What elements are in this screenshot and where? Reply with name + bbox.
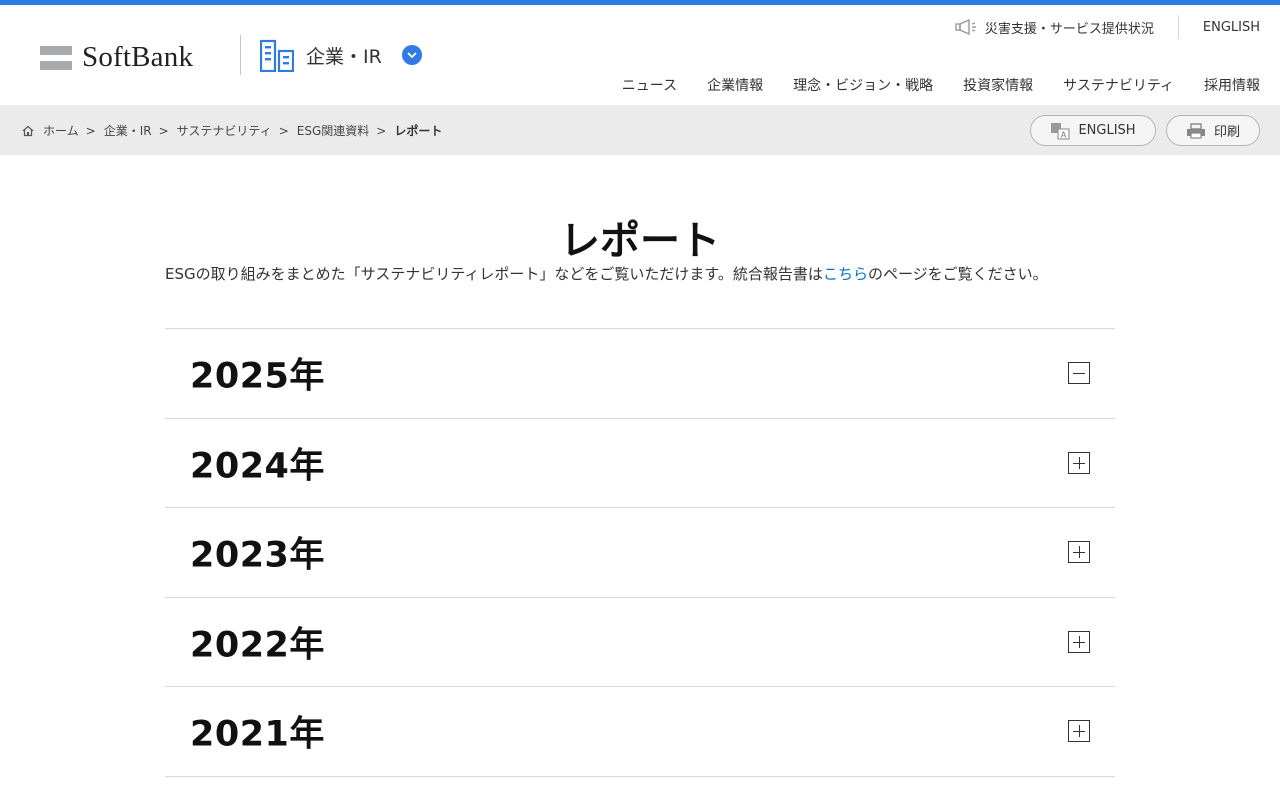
breadcrumb-sustainability[interactable]: サステナビリティ (177, 122, 272, 139)
integrated-report-link[interactable]: こちら (823, 265, 868, 283)
gnav-item-company[interactable]: 企業情報 (707, 75, 763, 95)
softbank-logo[interactable]: SoftBank (40, 41, 193, 74)
expand-icon[interactable] (1068, 720, 1090, 743)
svg-text:A: A (1061, 130, 1067, 139)
accordion-year-label: 2025年 (190, 356, 325, 397)
expand-icon[interactable] (1068, 630, 1090, 653)
accordion-year-label: 2023年 (190, 535, 325, 576)
utility-divider (1177, 15, 1179, 39)
global-nav: ニュース 企業情報 理念・ビジョン・戦略 投資家情報 サステナビリティ 採用情報 (592, 75, 1260, 95)
breadcrumb-separator: > (376, 123, 387, 138)
gnav-item-ir[interactable]: 投資家情報 (963, 75, 1033, 95)
translate-icon: A (1051, 122, 1071, 140)
gnav-item-vision[interactable]: 理念・ビジョン・戦略 (793, 75, 933, 95)
lead-text-before: ESGの取り組みをまとめた「サステナビリティレポート」などをご覧いただけます。統… (165, 265, 823, 283)
accordion-item[interactable]: 2025年 (165, 329, 1115, 419)
page-actions: A ENGLISH 印刷 (1030, 115, 1260, 146)
breadcrumb-separator: > (278, 123, 289, 138)
section-switcher: 企業・IR (260, 38, 422, 72)
accordion-item[interactable]: 2024年 (165, 419, 1115, 508)
breadcrumb-separator: > (85, 123, 96, 138)
chevron-down-icon (407, 52, 417, 58)
english-button[interactable]: A ENGLISH (1030, 115, 1156, 146)
site-header: SoftBank 企業・IR 災害支援・サービス提供状況 ENGLISH ニュー… (0, 5, 1280, 105)
gnav-item-sustainability[interactable]: サステナビリティ (1063, 75, 1174, 95)
english-link[interactable]: ENGLISH (1203, 20, 1260, 35)
section-label: 企業・IR (306, 45, 382, 68)
disaster-support-link[interactable]: 災害支援・サービス提供状況 (955, 18, 1154, 37)
gnav-item-news[interactable]: ニュース (622, 75, 677, 95)
building-icon (260, 39, 294, 72)
logo-mark-icon (40, 45, 72, 70)
home-icon[interactable] (22, 125, 34, 137)
megaphone-icon (955, 19, 976, 35)
disaster-support-label: 災害支援・サービス提供状況 (984, 21, 1154, 37)
header-divider (240, 35, 241, 75)
page-title: レポート (560, 218, 720, 264)
expand-icon[interactable] (1068, 451, 1090, 474)
collapse-icon[interactable] (1068, 362, 1090, 385)
logo-text: SoftBank (82, 41, 194, 73)
breadcrumb-separator: > (158, 123, 169, 138)
accordion-item[interactable]: 2023年 (165, 508, 1115, 598)
breadcrumb-home[interactable]: ホーム (43, 122, 79, 139)
breadcrumb-corporate-ir[interactable]: 企業・IR (104, 122, 152, 139)
year-accordion: 2025年 2024年 2023年 2022年 2021年 (165, 328, 1115, 777)
gnav-item-recruit[interactable]: 採用情報 (1204, 75, 1260, 95)
section-menu-button[interactable] (401, 45, 422, 65)
accordion-year-label: 2021年 (190, 714, 325, 755)
accordion-year-label: 2022年 (190, 625, 325, 666)
print-button[interactable]: 印刷 (1166, 115, 1260, 146)
breadcrumb: ホーム > 企業・IR > サステナビリティ > ESG関連資料 > レポート (22, 122, 442, 139)
breadcrumb-bar: ホーム > 企業・IR > サステナビリティ > ESG関連資料 > レポート … (0, 105, 1280, 155)
accordion-item[interactable]: 2021年 (165, 687, 1115, 777)
print-button-label: 印刷 (1213, 125, 1240, 140)
expand-icon[interactable] (1068, 541, 1090, 564)
printer-icon (1186, 122, 1205, 139)
lead-text: ESGの取り組みをまとめた「サステナビリティレポート」などをご覧いただけます。統… (165, 263, 1048, 284)
breadcrumb-current: レポート (394, 124, 443, 138)
lead-text-after: のページをご覧ください。 (867, 265, 1048, 283)
accordion-year-label: 2024年 (190, 446, 325, 487)
utility-nav: 災害支援・サービス提供状況 ENGLISH (955, 15, 1260, 39)
accordion-item[interactable]: 2022年 (165, 598, 1115, 687)
breadcrumb-esg-materials[interactable]: ESG関連資料 (297, 122, 370, 139)
english-button-label: ENGLISH (1078, 123, 1136, 138)
